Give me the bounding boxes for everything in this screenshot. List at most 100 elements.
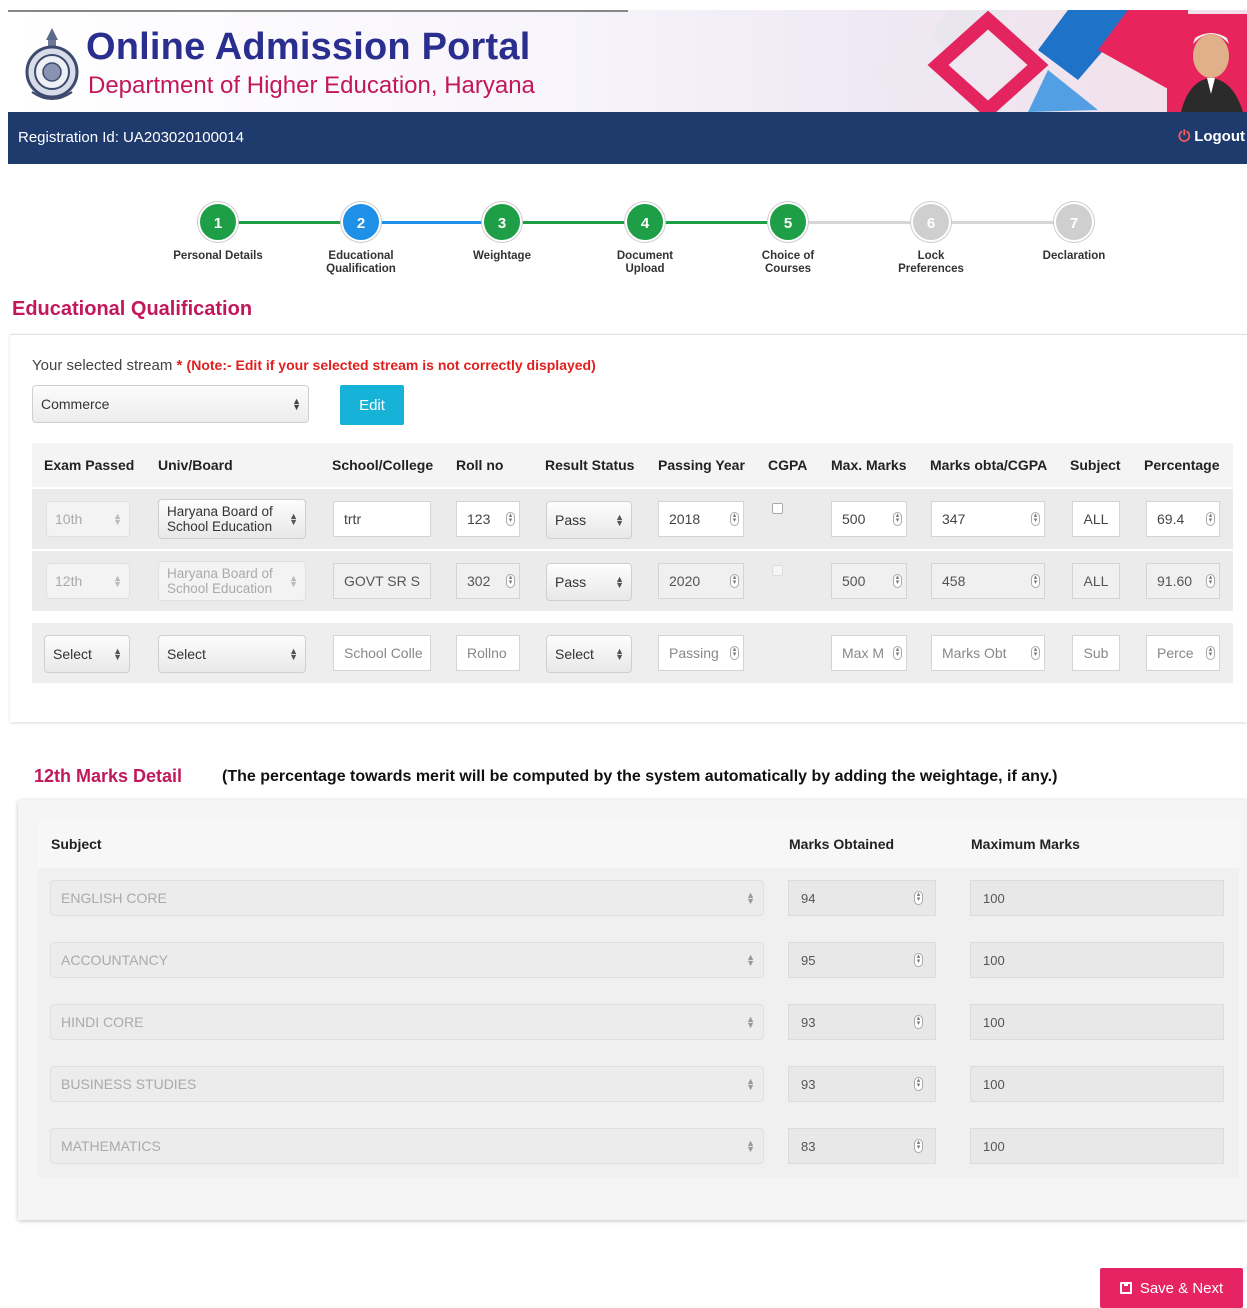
result-value: Pass <box>555 574 587 590</box>
marks-obtained-input[interactable]: 347 ▴ ▾ <box>931 501 1045 537</box>
stepper-icon[interactable]: ▴ ▾ <box>730 646 739 660</box>
exam-value: 10th <box>55 511 83 527</box>
board-select[interactable]: Haryana Board of School Education ▲ ▼ <box>158 499 306 539</box>
percentage-placeholder: Perce <box>1157 645 1194 661</box>
result-select[interactable]: Pass ▲ ▼ <box>546 563 632 601</box>
step-label: Weightage <box>473 250 531 262</box>
step-weightage[interactable]: 3 Weightage <box>442 202 562 263</box>
percentage-input[interactable]: 69.4 ▴ ▾ <box>1146 501 1220 537</box>
stepper-icon[interactable]: ▴ ▾ <box>1206 512 1215 526</box>
stepper-icon[interactable]: ▴ ▾ <box>914 1139 923 1153</box>
board-select[interactable]: Select ▲ ▼ <box>158 635 306 673</box>
step-educational-qualification[interactable]: 2 Educational Qualification <box>301 202 421 276</box>
select-arrows-icon: ▲ ▼ <box>289 646 298 662</box>
edit-stream-button[interactable]: Edit <box>340 385 404 425</box>
marks-obtained-value: 347 <box>942 511 966 527</box>
step-declaration[interactable]: 7 Declaration <box>1014 202 1134 263</box>
year-input[interactable]: Passing ▴ ▾ <box>658 635 744 671</box>
marks-obtained-input[interactable]: 93 ▴ ▾ <box>788 1004 936 1040</box>
marks-row: HINDI CORE ▲ ▼ 93 ▴ ▾ 100 <box>38 992 1239 1054</box>
col-max-marks: Max. Marks <box>831 457 907 473</box>
stepper-icon[interactable]: ▴ ▾ <box>914 1077 923 1091</box>
stepper-icon[interactable]: ▴ ▾ <box>914 1015 923 1029</box>
marks-obtained-input[interactable]: 93 ▴ ▾ <box>788 1066 936 1102</box>
year-input[interactable]: 2018 ▴ ▾ <box>658 501 744 537</box>
subject-select: MATHEMATICS ▲ ▼ <box>50 1128 764 1164</box>
step-label: Educational Qualification <box>326 250 396 275</box>
board-select: Haryana Board of School Education ▲ ▼ <box>158 561 306 601</box>
max-marks-input[interactable]: 500 ▴ ▾ <box>831 501 907 537</box>
step-personal-details[interactable]: 1 Personal Details <box>158 202 278 263</box>
stepper-icon[interactable]: ▴ ▾ <box>730 512 739 526</box>
stream-select[interactable]: Commerce ▲ ▼ <box>32 385 309 423</box>
roll-placeholder: Rollno <box>467 645 507 661</box>
marks-obtained-input[interactable]: Marks Obt ▴ ▾ <box>931 635 1045 671</box>
power-icon: ⏻ <box>1178 128 1191 145</box>
result-select[interactable]: Pass ▲ ▼ <box>546 501 632 539</box>
roll-input[interactable]: Rollno <box>456 635 520 671</box>
percentage-input[interactable]: Perce ▴ ▾ <box>1146 635 1220 671</box>
col-marks-obtained: Marks obta/CGPA <box>930 457 1048 473</box>
result-select[interactable]: Select ▲ ▼ <box>546 635 632 673</box>
marks-obtained-input[interactable]: 94 ▴ ▾ <box>788 880 936 916</box>
stepper-icon[interactable]: ▴ ▾ <box>1031 512 1040 526</box>
step-choice-of-courses[interactable]: 5 Choice of Courses <box>728 202 848 276</box>
col-subject: Subject <box>1070 457 1121 473</box>
stepper-icon[interactable]: ▴ ▾ <box>893 512 902 526</box>
new-entry-row: Select ▲ ▼ Select ▲ ▼ School Colle Rollno Se… <box>32 623 1233 683</box>
select-arrows-icon: ▲ ▼ <box>746 1076 755 1092</box>
stepper-icon[interactable]: ▴ ▾ <box>506 512 515 526</box>
stepper-icon[interactable]: ▴ ▾ <box>914 891 923 905</box>
maximum-marks-value: 100 <box>983 1076 1005 1092</box>
exam-select[interactable]: Select ▲ ▼ <box>44 635 130 673</box>
marks-obtained-input[interactable]: 83 ▴ ▾ <box>788 1128 936 1164</box>
school-input[interactable]: School Colle <box>333 635 431 671</box>
stepper-icon: ▴ ▾ <box>1206 574 1215 588</box>
step-number: 7 <box>1054 202 1094 242</box>
official-portrait-icon <box>1167 14 1247 112</box>
portal-subtitle: Department of Higher Education, Haryana <box>88 72 535 99</box>
max-marks-input[interactable]: Max M ▴ ▾ <box>831 635 907 671</box>
maximum-marks-input: 100 <box>970 1066 1224 1102</box>
subject-select: HINDI CORE ▲ ▼ <box>50 1004 764 1040</box>
school-value: GOVT SR S <box>344 573 420 589</box>
save-next-button[interactable]: Save & Next <box>1100 1268 1243 1308</box>
stepper-icon[interactable]: ▴ ▾ <box>1206 646 1215 660</box>
subject-select: ENGLISH CORE ▲ ▼ <box>50 880 764 916</box>
school-input[interactable]: trtr <box>333 501 431 537</box>
header-top-line <box>8 10 628 12</box>
select-arrows-icon: ▲ ▼ <box>113 646 122 662</box>
maximum-marks-input: 100 <box>970 942 1224 978</box>
col-subject: Subject <box>51 836 102 852</box>
roll-value: 302 <box>467 573 491 589</box>
step-lock-preferences[interactable]: 6 Lock Preferences <box>871 202 991 276</box>
col-result-status: Result Status <box>545 457 635 473</box>
year-placeholder: Passing <box>669 645 719 661</box>
step-label: Declaration <box>1042 250 1106 262</box>
marks-obtained-input[interactable]: 95 ▴ ▾ <box>788 942 936 978</box>
stepper-icon[interactable]: ▴ ▾ <box>914 953 923 967</box>
col-roll-no: Roll no <box>456 457 504 473</box>
col-univ-board: Univ/Board <box>158 457 233 473</box>
stream-value: Commerce <box>41 396 110 412</box>
logout-button[interactable]: ⏻ Logout <box>1178 128 1245 145</box>
subject-input[interactable]: ALL <box>1072 501 1120 537</box>
cgpa-checkbox[interactable] <box>772 503 783 514</box>
stepper-icon[interactable]: ▴ ▾ <box>893 646 902 660</box>
school-input: GOVT SR S <box>333 563 431 599</box>
marks-obtained-value: 95 <box>801 952 816 968</box>
stepper-icon[interactable]: ▴ ▾ <box>1031 646 1040 660</box>
save-next-label: Save & Next <box>1139 1279 1224 1297</box>
step-number: 6 <box>911 202 951 242</box>
stepper-icon: ▴ ▾ <box>1031 574 1040 588</box>
step-document-upload[interactable]: 4 Document Upload <box>585 202 705 276</box>
step-label: Choice of Courses <box>761 250 815 275</box>
marks-obtained-value: 458 <box>942 573 966 589</box>
result-value: Select <box>555 646 594 662</box>
subject-input[interactable]: Sub <box>1072 635 1120 671</box>
marks-row: BUSINESS STUDIES ▲ ▼ 93 ▴ ▾ 100 <box>38 1054 1239 1116</box>
step-label: Personal Details <box>173 250 263 262</box>
roll-input[interactable]: 123 ▴ ▾ <box>456 501 520 537</box>
school-placeholder: School Colle <box>344 645 423 661</box>
marks-row: MATHEMATICS ▲ ▼ 83 ▴ ▾ 100 <box>38 1116 1239 1178</box>
